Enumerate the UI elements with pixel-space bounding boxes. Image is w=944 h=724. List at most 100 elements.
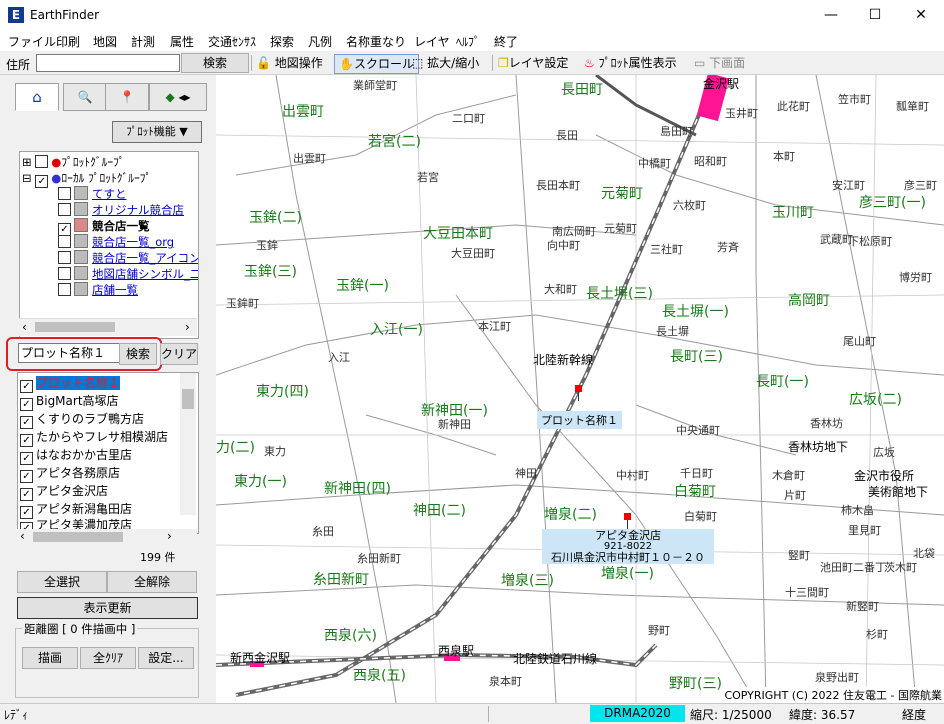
left-panel: ⌂ 🔍 📍 ◆ ◂▸ ﾌﾟﾛｯﾄ機能 ▼ ⊞ ●ﾌﾟﾛｯﾄｸﾞﾙｰﾌﾟ ⊟ ✓ ●…	[0, 75, 215, 703]
tree-item-test[interactable]: てすと	[58, 186, 127, 202]
menu-print[interactable]: 印刷	[56, 33, 80, 50]
list-item[interactable]: ✓ はなおかか古里店	[20, 446, 132, 465]
map-label: 糸田	[312, 525, 334, 538]
map-label: 神田(二)	[413, 503, 466, 519]
list-item[interactable]: ✓ プロット名称１	[20, 374, 121, 393]
map-label: 野町	[648, 624, 670, 637]
scroll-thumb[interactable]	[182, 389, 194, 409]
map-operation-button[interactable]: 🔓 地図操作	[256, 54, 323, 72]
menu-traffic[interactable]: 交通ｾﾝｻｽ	[208, 33, 256, 50]
list-item[interactable]: ✓ アピタ各務原店	[20, 464, 120, 483]
tree-checkbox[interactable]	[58, 251, 71, 264]
map-label: 島田町	[660, 125, 693, 138]
tree-checkbox[interactable]: ✓	[35, 175, 49, 188]
tree-checkbox[interactable]	[58, 267, 71, 280]
expand-icon[interactable]: ⊞	[22, 155, 32, 169]
tree-item-plot-group[interactable]: ⊞ ●ﾌﾟﾛｯﾄｸﾞﾙｰﾌﾟ	[22, 154, 125, 170]
clear-all-button[interactable]: 全ｸﾘｱ	[80, 647, 136, 669]
tab-layers[interactable]: ◆ ◂▸	[149, 83, 207, 111]
draw-button[interactable]: 描画	[22, 647, 78, 669]
address-input[interactable]	[36, 54, 180, 72]
menu-name-overlap[interactable]: 名称重なり	[346, 33, 406, 50]
menu-help[interactable]: ﾍﾙﾌﾟ	[456, 33, 480, 50]
menu-layer[interactable]: レイヤ	[414, 33, 450, 50]
tree-item-competitors-icon[interactable]: 競合店一覧_アイコン	[58, 250, 198, 266]
minimize-button[interactable]: —	[808, 0, 854, 31]
tab-scroll-right-icon[interactable]: ▸	[185, 90, 191, 104]
map-label: 笠市町	[838, 93, 871, 106]
address-search-button[interactable]: 検索	[181, 53, 249, 73]
scroll-left-icon[interactable]: ‹	[20, 529, 25, 543]
menu-legend[interactable]: 凡例	[308, 33, 332, 50]
list-vertical-scrollbar[interactable]	[180, 373, 196, 515]
map-label: 中橋町	[638, 157, 671, 170]
scroll-button[interactable]: ✋スクロール	[334, 54, 419, 74]
deselect-all-button[interactable]: 全解除	[107, 571, 197, 593]
tree-checkbox[interactable]	[58, 235, 71, 248]
settings-button[interactable]: 設定...	[138, 647, 194, 669]
menu-measure[interactable]: 計測	[131, 33, 155, 50]
menu-search[interactable]: 探索	[270, 33, 294, 50]
lock-icon: 🔓	[256, 56, 271, 70]
map-label: 長田本町	[536, 179, 580, 192]
refresh-display-button[interactable]: 表示更新	[17, 597, 198, 619]
scroll-thumb[interactable]	[35, 322, 115, 332]
scroll-left-icon[interactable]: ‹	[22, 320, 27, 334]
tab-home[interactable]: ⌂	[15, 83, 59, 111]
map-label: 増泉(三)	[501, 573, 554, 589]
layer-icon	[74, 282, 88, 296]
scroll-right-icon[interactable]: ›	[167, 529, 172, 543]
tree-item-map-symbols[interactable]: 地図店舗シンボル_二	[58, 266, 198, 282]
tree-item-competitors[interactable]: ✓ 競合店一覧	[58, 218, 150, 236]
list-item-label: たからやフレサ相模湖店	[36, 430, 169, 444]
zoom-button[interactable]: ⬚ 拡大/縮小	[412, 54, 479, 72]
list-item[interactable]: ✓ たからやフレサ相模湖店	[20, 428, 169, 447]
select-all-button[interactable]: 全選択	[17, 571, 107, 593]
menu-attribute[interactable]: 属性	[170, 33, 194, 50]
layer-settings-button[interactable]: ❐レイヤ設定	[498, 54, 568, 72]
map-label: 東力(一)	[234, 474, 287, 490]
tree-item-competitors-org[interactable]: 競合店一覧_org	[58, 234, 174, 250]
plot-attribute-button[interactable]: ♨ ﾌﾟﾛｯﾄ属性表示	[584, 54, 677, 72]
list-item[interactable]: ✓ アピタ金沢店	[20, 482, 108, 501]
tree-horizontal-scrollbar[interactable]: ‹ ›	[19, 318, 197, 336]
list-item[interactable]: ✓ BigMart高塚店	[20, 392, 119, 411]
tree-item-label: 店舗一覧	[92, 283, 138, 297]
map-label: 里見町	[848, 524, 881, 537]
menu-file[interactable]: ファイル	[8, 33, 56, 50]
plot-pin-marker[interactable]	[624, 513, 631, 520]
address-label: 住所	[6, 58, 31, 72]
list-item[interactable]: ✓ くすりのラブ鴨方店	[20, 410, 144, 429]
tree-checkbox[interactable]	[58, 203, 71, 216]
railway-label: 北陸鉄道石川線	[513, 652, 598, 666]
maximize-button[interactable]: ☐	[852, 0, 898, 31]
status-scale: 縮尺: 1/25000	[690, 708, 772, 722]
lower-screen-label: 下画面	[709, 56, 746, 70]
plot-name-input[interactable]: プロット名称１	[18, 343, 120, 363]
tree-item-local-plot-group[interactable]: ⊟ ✓ ●ﾛｰｶﾙ ﾌﾟﾛｯﾄｸﾞﾙｰﾌﾟ	[22, 170, 151, 188]
map-label: 泉本町	[489, 675, 522, 688]
tab-plot[interactable]: 📍	[105, 83, 149, 111]
layer-icon	[74, 266, 88, 280]
map-label: 長町(一)	[756, 374, 809, 390]
plot-search-button[interactable]: 検索	[119, 343, 157, 365]
map-view[interactable]: 長田町 出雲町 若宮(二) 元菊町 玉川町 彦三町(一) 玉鉾(二) 大豆田本町…	[216, 75, 944, 703]
tree-checkbox[interactable]	[58, 283, 71, 296]
tree-checkbox[interactable]	[58, 187, 71, 200]
plot-pin-marker[interactable]	[575, 385, 582, 392]
collapse-icon[interactable]: ⊟	[22, 171, 32, 185]
tree-item-stores[interactable]: 店舗一覧	[58, 282, 138, 298]
tree-item-original[interactable]: オリジナル競合店	[58, 202, 184, 218]
lower-screen-button[interactable]: ▭ 下画面	[694, 54, 745, 72]
plot-function-button[interactable]: ﾌﾟﾛｯﾄ機能 ▼	[112, 121, 202, 143]
scroll-right-icon[interactable]: ›	[185, 320, 190, 334]
distance-group-label: 距離圏 [ 0 件描画中 ]	[22, 621, 138, 637]
scroll-thumb[interactable]	[33, 532, 123, 542]
list-horizontal-scrollbar[interactable]: ‹ ›	[17, 529, 197, 545]
menu-exit[interactable]: 終了	[494, 33, 518, 50]
menu-map[interactable]: 地図	[93, 33, 117, 50]
tab-search[interactable]: 🔍	[63, 83, 107, 111]
tree-checkbox[interactable]	[35, 155, 49, 168]
close-button[interactable]: ✕	[898, 0, 944, 31]
plot-clear-button[interactable]: クリア	[160, 343, 198, 365]
